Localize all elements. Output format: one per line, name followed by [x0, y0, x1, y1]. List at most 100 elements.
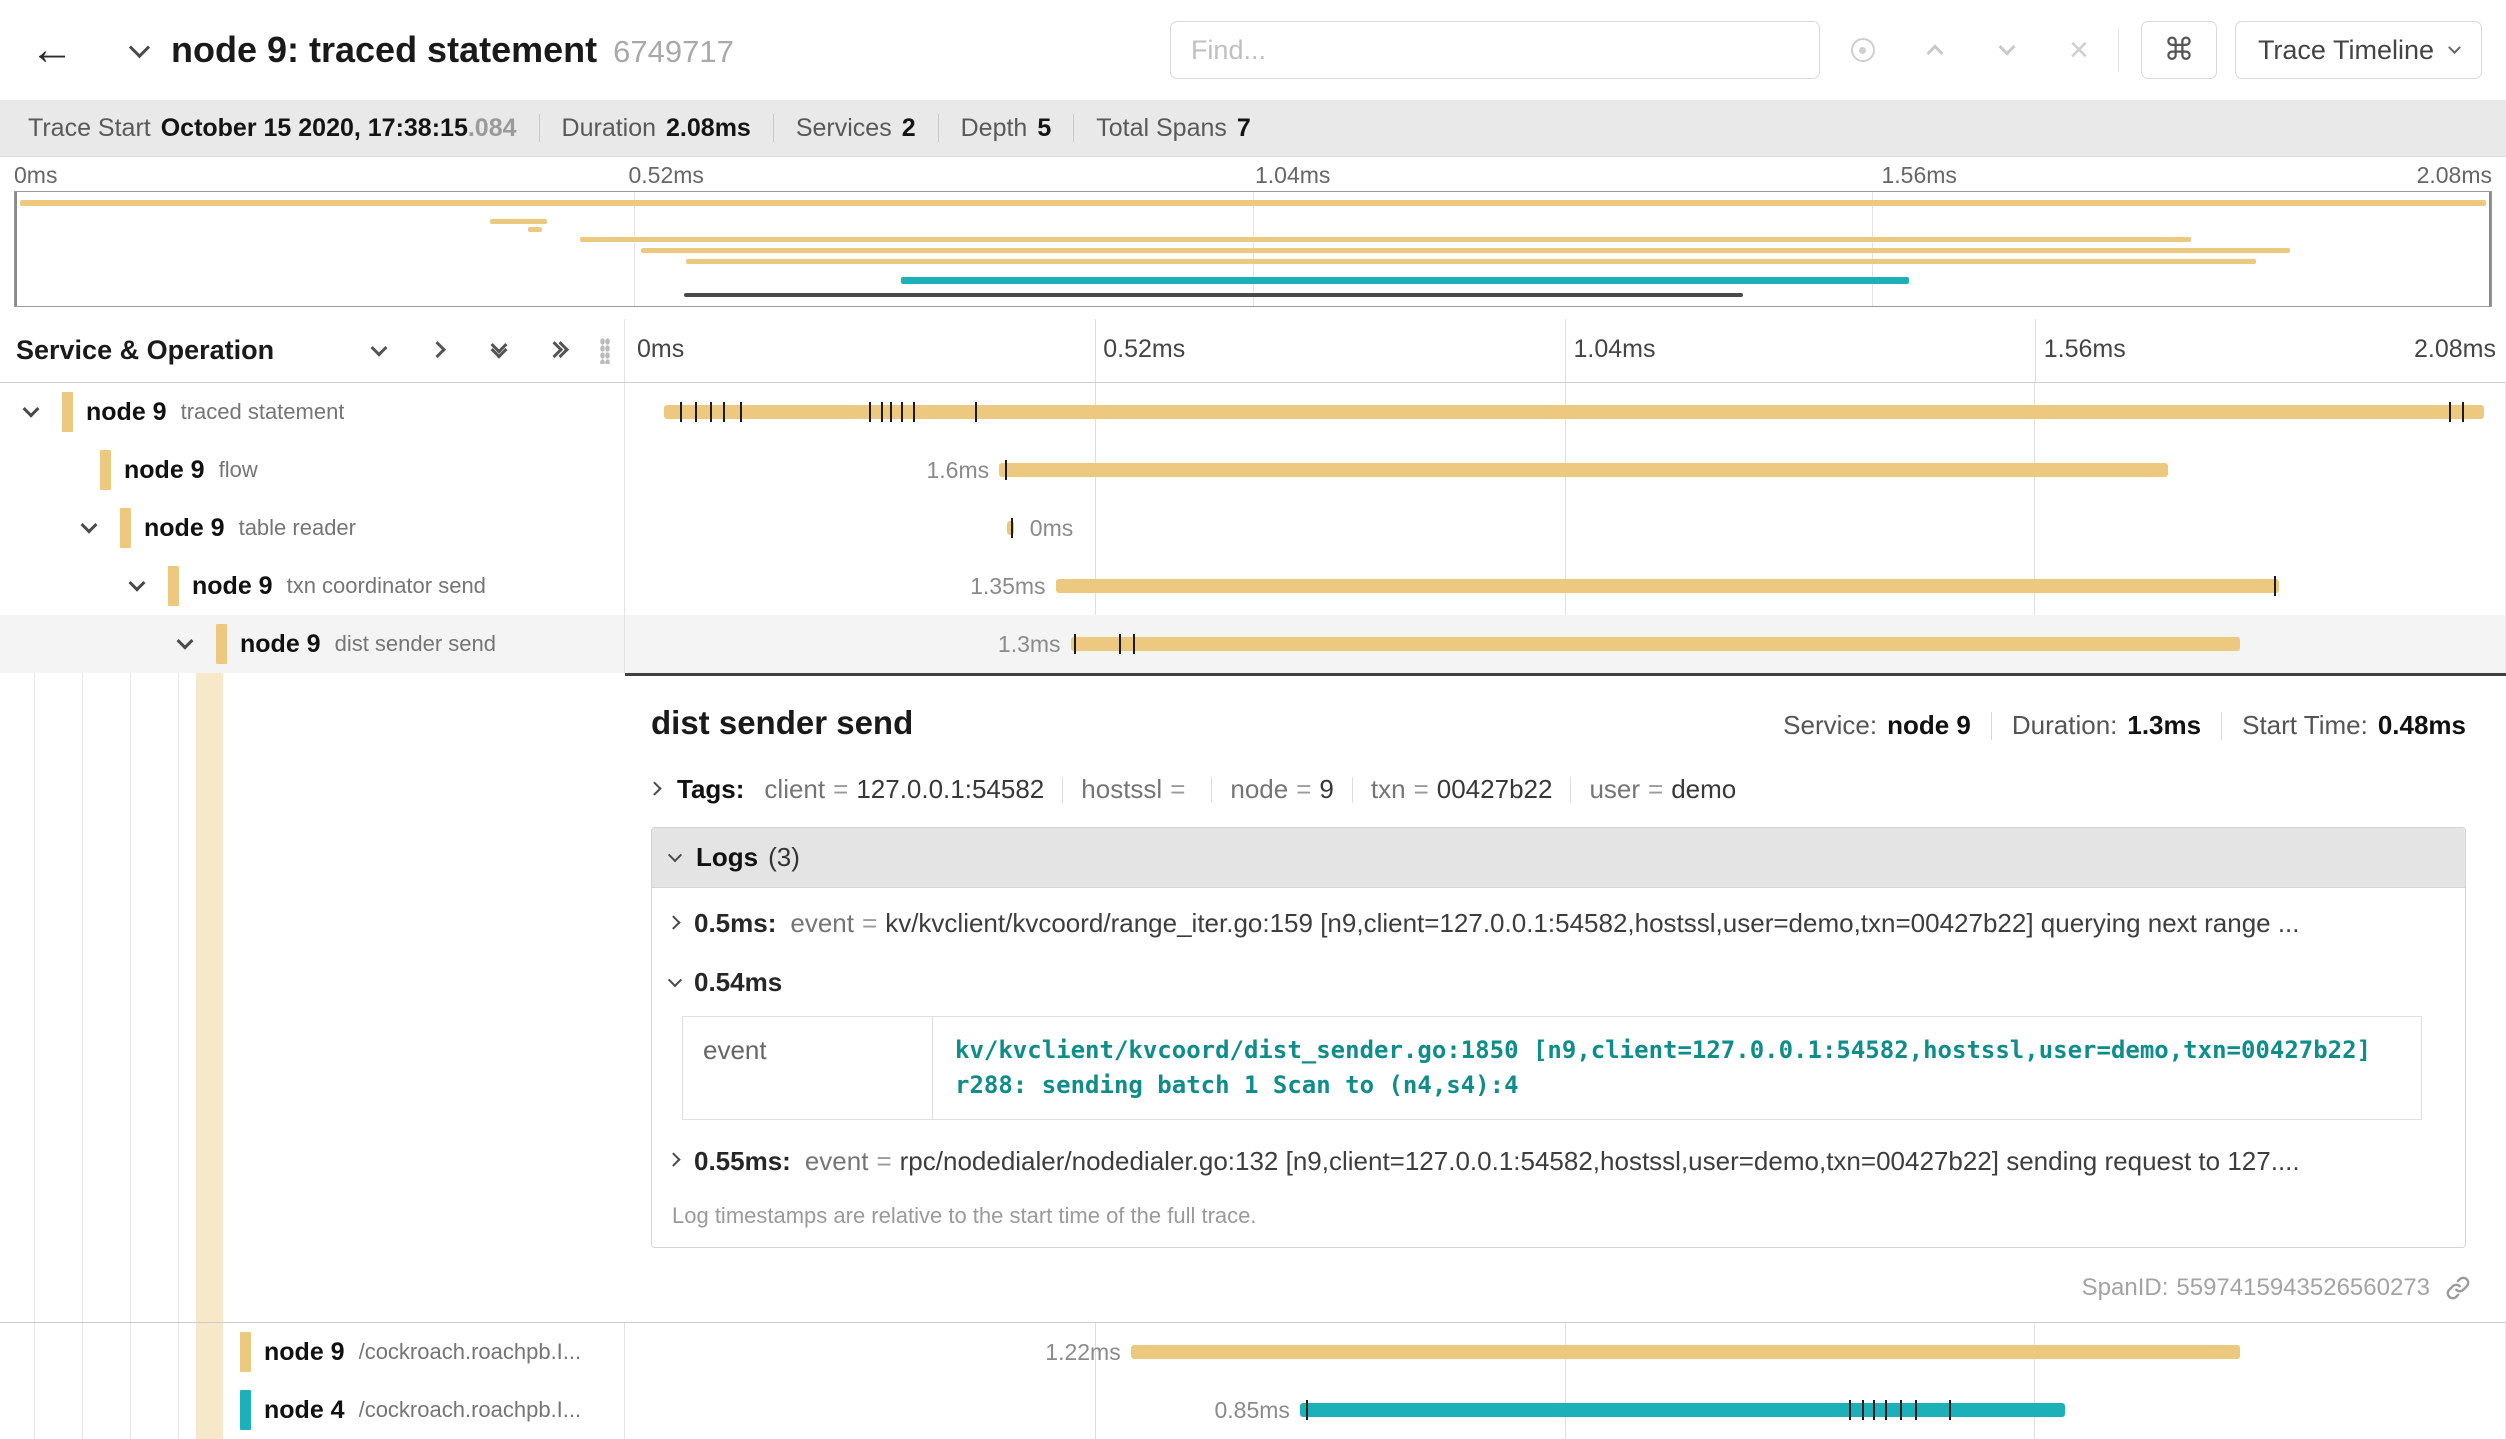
span-detail-row: dist sender send Service:node 9 Duration…	[0, 673, 2506, 1323]
detail-span-meta: Service:node 9 Duration:1.3ms Start Time…	[1783, 710, 2466, 741]
span-timeline-cell[interactable]: 1.22ms	[625, 1323, 2506, 1381]
duration-item: Duration2.08ms	[562, 114, 751, 143]
depth-item: Depth5	[961, 114, 1052, 143]
span-color-block	[168, 566, 179, 606]
logs-footnote: Log timestamps are relative to the start…	[670, 1189, 2445, 1233]
column-resizer-handle[interactable]	[600, 338, 610, 364]
search-tools: ×	[1846, 33, 2096, 67]
minimap-right-scrubber[interactable]	[2489, 192, 2491, 306]
span-duration-label: 0ms	[1020, 499, 1073, 557]
keyboard-shortcuts-button[interactable]: ⌘	[2141, 21, 2217, 79]
span-row-table-reader[interactable]: node 9 table reader 0ms	[0, 499, 2506, 557]
log-entry-2-header[interactable]: 0.54ms	[670, 951, 2445, 1010]
chevron-down-icon[interactable]	[670, 978, 680, 988]
span-bar[interactable]	[664, 405, 2484, 419]
timeline-ruler[interactable]: 0ms 0.52ms 1.04ms 1.56ms 2.08ms	[625, 319, 2506, 382]
span-color-block	[240, 1332, 251, 1372]
detail-span-title: dist sender send	[651, 704, 913, 742]
trace-summary-bar: Trace StartOctober 15 2020, 17:38:15.084…	[0, 100, 2506, 157]
span-bar[interactable]	[1071, 637, 2240, 651]
span-bar[interactable]	[1131, 1345, 2240, 1359]
span-row-txn-coordinator-send[interactable]: node 9 txn coordinator send 1.35ms	[0, 557, 2506, 615]
span-row-traced-statement[interactable]: node 9 traced statement	[0, 383, 2506, 441]
span-bar[interactable]	[999, 463, 2168, 477]
span-row-flow[interactable]: node 9 flow 1.6ms	[0, 441, 2506, 499]
span-row-roachpb-node9[interactable]: node 9 /cockroach.roachpb.I... 1.22ms	[0, 1323, 2506, 1381]
minimap-left-scrubber[interactable]	[15, 192, 17, 306]
span-id-value: 5597415943526560273	[2176, 1274, 2430, 1302]
chevron-down-icon[interactable]	[670, 853, 680, 863]
deep-link-icon[interactable]	[2444, 1274, 2472, 1302]
span-service-name: node 9	[124, 456, 205, 485]
span-timeline-cell[interactable]: 1.6ms	[625, 441, 2506, 499]
span-timeline-cell[interactable]: 1.3ms	[625, 615, 2506, 673]
collapse-children-icon[interactable]	[14, 395, 48, 429]
find-input[interactable]	[1170, 21, 1820, 79]
span-operation-name: flow	[219, 457, 258, 483]
log-fields-table: event kv/kvclient/kvcoord/dist_sender.go…	[682, 1016, 2422, 1120]
span-service-name: node 9	[144, 514, 225, 543]
tags-accordion[interactable]: Tags: client=127.0.0.1:54582 hostssl= no…	[651, 774, 2466, 805]
collapse-children-icon[interactable]	[120, 569, 154, 603]
next-match-icon[interactable]	[1990, 33, 2024, 67]
chevron-right-icon[interactable]	[651, 785, 661, 795]
chevron-right-icon[interactable]	[670, 919, 680, 929]
span-timeline-cell[interactable]: 0ms	[625, 499, 2506, 557]
span-row-dist-sender-send[interactable]: node 9 dist sender send 1.3ms	[0, 615, 2506, 673]
span-bar[interactable]	[1056, 579, 2280, 593]
trace-view-dropdown[interactable]: Trace Timeline	[2235, 21, 2482, 79]
minimap-canvas[interactable]	[14, 191, 2492, 307]
trace-view-dropdown-label: Trace Timeline	[2258, 35, 2434, 66]
span-timeline-cell[interactable]: 1.35ms	[625, 557, 2506, 615]
detail-indent-guides	[0, 673, 625, 1322]
expand-all-icon[interactable]	[484, 336, 514, 366]
prev-match-icon[interactable]	[1918, 33, 1952, 67]
focus-matches-icon[interactable]	[1846, 33, 1880, 67]
span-row-roachpb-node4[interactable]: node 4 /cockroach.roachpb.I... 0.85ms	[0, 1381, 2506, 1439]
table-row: event kv/kvclient/kvcoord/dist_sender.go…	[683, 1017, 2422, 1120]
span-duration-label: 1.35ms	[970, 557, 1055, 615]
span-duration-label: 1.6ms	[926, 441, 999, 499]
collapse-children-icon[interactable]	[168, 627, 202, 661]
span-id-row: SpanID: 5597415943526560273	[2082, 1274, 2472, 1302]
tag-client: client=127.0.0.1:54582	[764, 774, 1044, 805]
span-color-block	[120, 508, 131, 548]
back-button[interactable]: ←	[30, 25, 86, 75]
timeline-table-header: Service & Operation 0ms 0.52ms 1.04ms 1.…	[0, 319, 2506, 383]
span-duration-label: 0.85ms	[1214, 1381, 1299, 1439]
expand-one-icon[interactable]	[364, 336, 394, 366]
span-timeline-cell[interactable]	[625, 383, 2506, 441]
collapse-one-icon[interactable]	[424, 336, 454, 366]
span-timeline-cell[interactable]: 0.85ms	[625, 1381, 2506, 1439]
log-entry-1[interactable]: 0.5ms: event=kv/kvclient/kvcoord/range_i…	[670, 892, 2445, 951]
span-service-name: node 4	[264, 1396, 345, 1425]
span-color-block	[240, 1390, 251, 1430]
logs-list: 0.5ms: event=kv/kvclient/kvcoord/range_i…	[652, 888, 2465, 1247]
logs-accordion: Logs (3) 0.5ms: event=kv/kvclient/kvcoor…	[651, 827, 2466, 1248]
span-operation-name: /cockroach.roachpb.I...	[359, 1397, 582, 1423]
span-service-name: node 9	[240, 630, 321, 659]
top-bar: ← node 9: traced statement6749717 × ⌘ Tr…	[0, 0, 2506, 100]
span-detail-panel: dist sender send Service:node 9 Duration…	[625, 673, 2506, 1322]
tag-hostssl: hostssl=	[1081, 774, 1193, 805]
tag-txn: txn=00427b22	[1371, 774, 1553, 805]
span-operation-name: /cockroach.roachpb.I...	[359, 1339, 582, 1365]
span-color-block	[100, 450, 111, 490]
tag-node: node=9	[1230, 774, 1334, 805]
services-item: Services2	[796, 114, 916, 143]
toolbar-divider	[2118, 28, 2119, 72]
span-service-name: node 9	[264, 1338, 345, 1367]
minimap-tick-labels: 0ms 0.52ms 1.04ms 1.56ms 2.08ms	[0, 157, 2506, 191]
chevron-right-icon[interactable]	[670, 1156, 680, 1166]
log-entry-3[interactable]: 0.55ms: event=rpc/nodedialer/nodedialer.…	[670, 1130, 2445, 1189]
collapse-all-icon[interactable]	[544, 336, 574, 366]
collapse-children-icon[interactable]	[72, 511, 106, 545]
span-duration-label: 1.3ms	[998, 615, 1071, 673]
trace-id: 6749717	[613, 34, 734, 69]
service-operation-header: Service & Operation	[0, 319, 625, 382]
span-operation-name: table reader	[239, 515, 356, 541]
clear-search-icon[interactable]: ×	[2062, 33, 2096, 67]
collapse-header-chevron-icon[interactable]	[132, 43, 147, 58]
logs-accordion-header[interactable]: Logs (3)	[652, 828, 2465, 888]
selected-span-indent-band	[196, 673, 223, 1322]
